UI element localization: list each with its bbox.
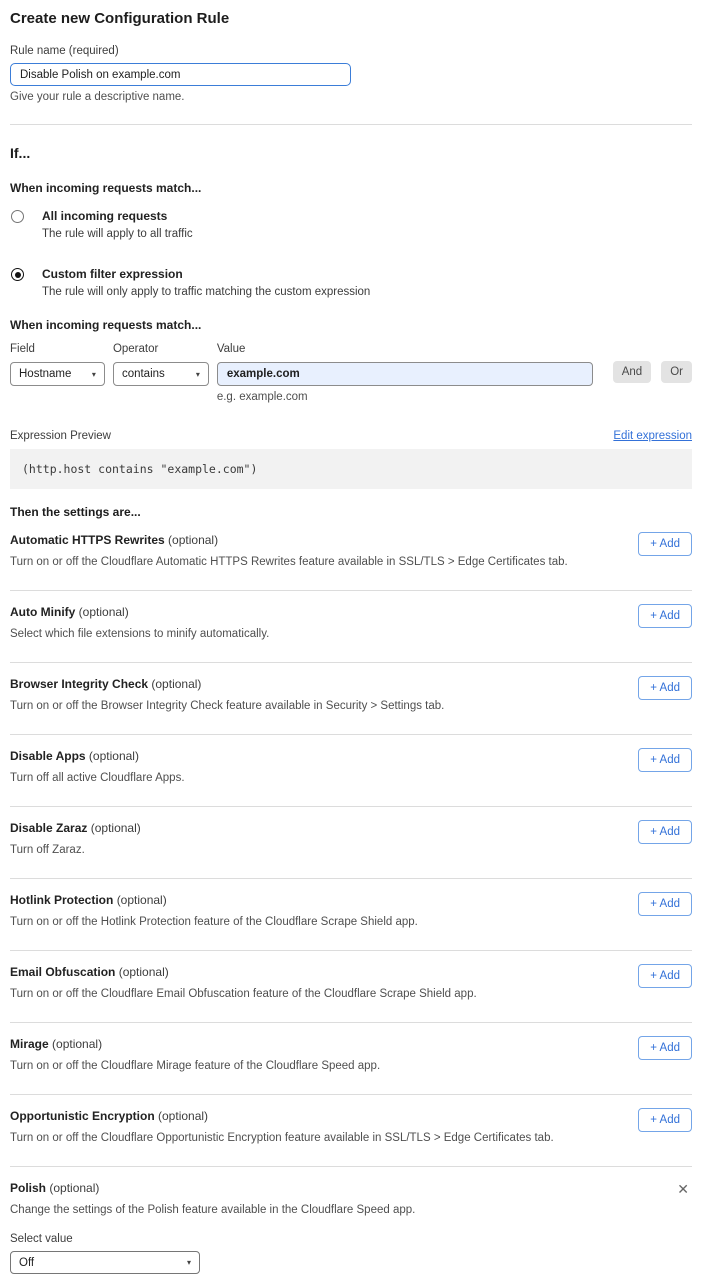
radio-option-label: Custom filter expression: [42, 267, 370, 281]
incoming-requests-match-label-2: When incoming requests match...: [10, 318, 692, 332]
field-select[interactable]: Hostname ▾: [10, 362, 105, 386]
setting-description: Turn on or off the Hotlink Protection fe…: [10, 916, 570, 928]
setting-title: Mirage (optional): [10, 1037, 692, 1051]
chevron-down-icon: ▾: [92, 370, 96, 379]
field-label: Field: [10, 343, 105, 355]
expression-preview-code: (http.host contains "example.com"): [10, 449, 692, 489]
add-setting-button[interactable]: + Add: [638, 1036, 692, 1060]
polish-select-value: Off: [19, 1257, 34, 1269]
section-divider: [10, 124, 692, 125]
polish-value-select[interactable]: Off ▾: [10, 1251, 200, 1274]
filter-expression-row: Field Hostname ▾ Operator contains ▾ Val…: [10, 343, 692, 403]
radio-option-custom-filter-expression[interactable]: Custom filter expression The rule will o…: [10, 267, 692, 298]
setting-row: Browser Integrity Check (optional) Turn …: [10, 663, 692, 735]
create-configuration-rule-page: Create new Configuration Rule Rule name …: [0, 0, 705, 1284]
add-setting-button[interactable]: + Add: [638, 676, 692, 700]
setting-title: Automatic HTTPS Rewrites (optional): [10, 533, 692, 547]
value-label: Value: [217, 343, 593, 355]
field-select-value: Hostname: [19, 368, 71, 380]
setting-description: Turn on or off the Cloudflare Automatic …: [10, 556, 570, 568]
setting-description: Turn on or off the Browser Integrity Che…: [10, 700, 570, 712]
setting-description: Select which file extensions to minify a…: [10, 628, 570, 640]
add-setting-button[interactable]: + Add: [638, 964, 692, 988]
rule-name-help: Give your rule a descriptive name.: [10, 91, 692, 103]
operator-select[interactable]: contains ▾: [113, 362, 209, 386]
if-heading: If...: [10, 145, 692, 161]
add-setting-button[interactable]: + Add: [638, 748, 692, 772]
and-button[interactable]: And: [613, 361, 651, 383]
operator-select-value: contains: [122, 368, 165, 380]
setting-row: Email Obfuscation (optional) Turn on or …: [10, 951, 692, 1023]
add-setting-button[interactable]: + Add: [638, 604, 692, 628]
setting-row: Disable Zaraz (optional) Turn off Zaraz.…: [10, 807, 692, 879]
add-setting-button[interactable]: + Add: [638, 892, 692, 916]
setting-description: Turn on or off the Cloudflare Email Obfu…: [10, 988, 570, 1000]
incoming-requests-match-label: When incoming requests match...: [10, 181, 692, 195]
setting-title: Hotlink Protection (optional): [10, 893, 692, 907]
radio-option-all-incoming-requests[interactable]: All incoming requests The rule will appl…: [10, 209, 692, 240]
radio-option-description: The rule will apply to all traffic: [42, 228, 193, 240]
setting-section-polish: ✕ Polish (optional) Change the settings …: [10, 1167, 692, 1274]
setting-description: Turn on or off the Cloudflare Mirage fea…: [10, 1060, 570, 1072]
polish-description: Change the settings of the Polish featur…: [10, 1204, 570, 1216]
setting-row: Auto Minify (optional) Select which file…: [10, 591, 692, 663]
chevron-down-icon: ▾: [187, 1258, 191, 1267]
setting-row: Mirage (optional) Turn on or off the Clo…: [10, 1023, 692, 1095]
setting-title: Email Obfuscation (optional): [10, 965, 692, 979]
operator-label: Operator: [113, 343, 209, 355]
setting-title: Opportunistic Encryption (optional): [10, 1109, 692, 1123]
or-button[interactable]: Or: [661, 361, 692, 383]
close-icon[interactable]: ✕: [677, 1182, 689, 1196]
match-type-radio-group: All incoming requests The rule will appl…: [10, 209, 692, 298]
setting-title: Auto Minify (optional): [10, 605, 692, 619]
expression-preview-header: Expression Preview Edit expression: [10, 430, 692, 442]
setting-description: Turn off all active Cloudflare Apps.: [10, 772, 570, 784]
radio-option-label: All incoming requests: [42, 209, 193, 223]
expression-preview-label: Expression Preview: [10, 430, 111, 442]
chevron-down-icon: ▾: [196, 370, 200, 379]
setting-description: Turn off Zaraz.: [10, 844, 570, 856]
radio-selected-icon[interactable]: [11, 268, 24, 281]
setting-description: Turn on or off the Cloudflare Opportunis…: [10, 1132, 570, 1144]
settings-list: Automatic HTTPS Rewrites (optional) Turn…: [10, 519, 692, 1167]
then-settings-heading: Then the settings are...: [10, 505, 692, 519]
edit-expression-link[interactable]: Edit expression: [613, 430, 692, 442]
add-setting-button[interactable]: + Add: [638, 1108, 692, 1132]
rule-name-input[interactable]: [10, 63, 351, 86]
setting-title: Disable Apps (optional): [10, 749, 692, 763]
add-setting-button[interactable]: + Add: [638, 532, 692, 556]
value-help: e.g. example.com: [217, 391, 593, 403]
radio-unselected-icon[interactable]: [11, 210, 24, 223]
rule-name-label: Rule name (required): [10, 45, 692, 57]
value-input[interactable]: [217, 362, 593, 386]
setting-row: Opportunistic Encryption (optional) Turn…: [10, 1095, 692, 1167]
setting-row: Hotlink Protection (optional) Turn on or…: [10, 879, 692, 951]
setting-title: Browser Integrity Check (optional): [10, 677, 692, 691]
setting-row: Automatic HTTPS Rewrites (optional) Turn…: [10, 519, 692, 591]
radio-option-description: The rule will only apply to traffic matc…: [42, 286, 370, 298]
setting-row: Disable Apps (optional) Turn off all act…: [10, 735, 692, 807]
add-setting-button[interactable]: + Add: [638, 820, 692, 844]
page-title: Create new Configuration Rule: [10, 10, 692, 27]
setting-title: Disable Zaraz (optional): [10, 821, 692, 835]
polish-title: Polish (optional): [10, 1181, 692, 1195]
polish-select-label: Select value: [10, 1233, 692, 1245]
rule-name-group: Rule name (required) Give your rule a de…: [10, 45, 692, 103]
